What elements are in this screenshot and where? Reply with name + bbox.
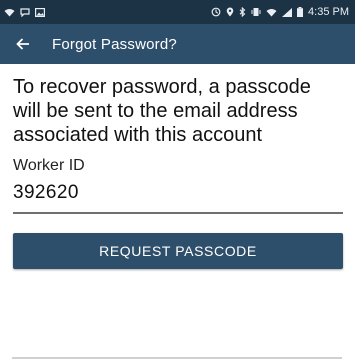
sync-icon bbox=[211, 7, 221, 17]
worker-id-input[interactable] bbox=[13, 182, 343, 214]
main-content: To recover password, a passcode will be … bbox=[0, 75, 355, 269]
description-text: To recover password, a passcode will be … bbox=[13, 76, 311, 146]
back-button[interactable] bbox=[0, 24, 46, 64]
arrow-left-icon bbox=[16, 38, 30, 50]
status-time: 4:35 PM bbox=[308, 6, 349, 18]
message-icon bbox=[20, 7, 30, 17]
worker-id-label: Worker ID bbox=[13, 157, 85, 174]
app-bar: Forgot Password? bbox=[0, 24, 355, 64]
bluetooth-icon bbox=[239, 7, 246, 17]
request-passcode-button[interactable]: REQUEST PASSCODE bbox=[13, 233, 343, 269]
vibrate-icon bbox=[251, 7, 261, 17]
wifi-signal-icon bbox=[266, 8, 277, 17]
status-bar-left bbox=[4, 7, 45, 17]
location-icon bbox=[226, 7, 234, 17]
battery-icon bbox=[297, 7, 304, 17]
status-bar-right: 4:35 PM bbox=[211, 6, 349, 18]
wifi-icon bbox=[4, 8, 15, 17]
status-bar: 4:35 PM bbox=[0, 0, 355, 24]
divider bbox=[12, 357, 342, 359]
cell-signal-icon bbox=[282, 7, 293, 17]
image-icon bbox=[35, 7, 45, 17]
page-title: Forgot Password? bbox=[52, 35, 177, 53]
